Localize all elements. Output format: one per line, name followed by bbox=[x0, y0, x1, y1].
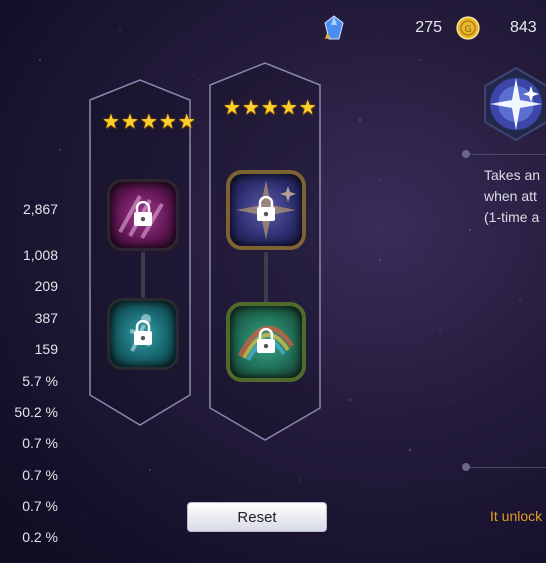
star-icon: ★ bbox=[223, 97, 241, 119]
skill-connector bbox=[141, 252, 145, 298]
skill-slot-claw-strike[interactable] bbox=[107, 179, 179, 251]
section-divider bbox=[470, 467, 546, 468]
divider-ornament bbox=[462, 150, 470, 158]
lock-icon bbox=[132, 200, 154, 232]
lock-icon bbox=[255, 327, 277, 359]
lock-icon bbox=[255, 195, 277, 227]
skill-detail-icon bbox=[481, 66, 546, 142]
reset-button[interactable]: Reset bbox=[187, 502, 327, 532]
star-icon: ★ bbox=[102, 111, 120, 133]
skill-description: Takes an when att (1-time a bbox=[484, 165, 546, 228]
star-icon: ★ bbox=[120, 111, 139, 133]
star-icon: ★ bbox=[241, 97, 260, 119]
skill-column-frame-1 bbox=[89, 62, 321, 441]
star-icon: ★ bbox=[158, 111, 177, 133]
star-icon: ★ bbox=[177, 111, 196, 133]
star-rating-column-1: ★ ★ ★ ★ ★ bbox=[102, 112, 196, 132]
star-icon: ★ bbox=[260, 97, 279, 119]
lock-icon bbox=[132, 319, 154, 351]
skill-connector bbox=[264, 252, 268, 304]
description-line: when att bbox=[484, 188, 537, 204]
star-icon: ★ bbox=[298, 97, 317, 119]
divider-ornament bbox=[462, 463, 470, 471]
unlock-condition-text: It unlock bbox=[490, 508, 543, 524]
skill-slot-dash-figure[interactable] bbox=[107, 298, 179, 370]
description-line: Takes an bbox=[484, 167, 541, 183]
description-line: (1-time a bbox=[484, 209, 540, 225]
sparkle-star-icon bbox=[484, 66, 546, 142]
skill-slot-rainbow-beast[interactable] bbox=[226, 302, 306, 382]
skill-slot-compass-star[interactable] bbox=[226, 170, 306, 250]
star-icon: ★ bbox=[279, 97, 298, 119]
star-icon: ★ bbox=[139, 111, 158, 133]
star-rating-column-2: ★ ★ ★ ★ ★ bbox=[223, 98, 317, 118]
section-divider bbox=[470, 154, 546, 155]
